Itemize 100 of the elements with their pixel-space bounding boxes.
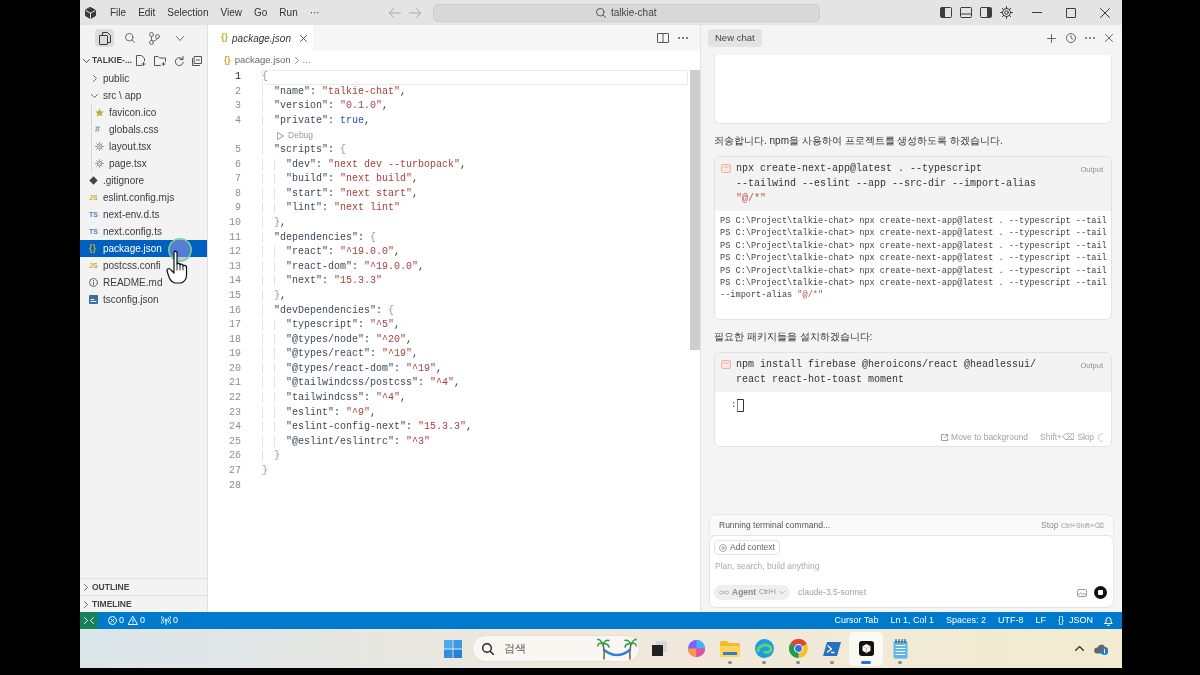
search-icon — [482, 642, 494, 655]
close-icon[interactable] — [1100, 7, 1110, 18]
file-type-icon: # — [95, 125, 100, 134]
tree-item[interactable]: favicon.ico — [80, 104, 207, 121]
bell-icon[interactable] — [1103, 615, 1113, 626]
code-line: "lint": "next lint" — [286, 202, 401, 214]
terminal-prompt: : — [731, 399, 737, 413]
code-line: "eslint": "^9", — [286, 406, 377, 418]
breadcrumb-item[interactable]: ... — [302, 53, 311, 68]
editor-tab[interactable]: {} package.json — [208, 25, 313, 51]
chevron-down-icon[interactable] — [175, 35, 184, 41]
search-bar[interactable]: 검색 — [472, 635, 640, 662]
warning-icon — [128, 616, 138, 625]
square-file-icon — [89, 295, 98, 304]
code-line: "start": "next start", — [286, 187, 419, 199]
terminal-app-icon — [823, 641, 841, 656]
split-editor-icon[interactable] — [657, 33, 669, 43]
panel-bottom-icon[interactable] — [960, 7, 972, 18]
command-center[interactable]: talkie-chat — [432, 3, 820, 22]
menu-item[interactable]: Edit — [132, 2, 162, 23]
status-item[interactable]: UTF-8 — [991, 613, 1030, 628]
window-icon — [721, 164, 731, 173]
activity-button[interactable] — [95, 29, 114, 47]
status-text: Running terminal command... — [719, 518, 831, 532]
code-line: "react-dom": "^19.0.0", — [286, 260, 425, 272]
search-icon — [595, 7, 606, 18]
maximize-icon[interactable] — [1066, 7, 1076, 18]
play-icon[interactable] — [277, 131, 284, 140]
new-folder-icon[interactable] — [154, 55, 166, 66]
code-line: "private": true, — [274, 114, 371, 126]
code-line: }, — [274, 216, 287, 228]
line-number: 22 — [228, 391, 241, 406]
command-text: npx create-next-app@latest . --typescript --tailwind --eslint --app --src-dir --import-alias "@/*" — [736, 162, 1037, 206]
search-icon — [124, 33, 135, 43]
section-header[interactable]: OUTLINE — [80, 578, 207, 595]
wave-circle-icon — [754, 639, 774, 658]
menu-item[interactable]: View — [214, 2, 248, 23]
chevron-down-icon — [779, 591, 785, 594]
tree-item[interactable]: .gitignore — [80, 172, 207, 189]
error-icon — [108, 616, 117, 625]
breadcrumb-item[interactable]: package.json — [234, 53, 291, 68]
four-squares-icon[interactable] — [444, 639, 462, 658]
code-line: "tailwindcss": "^4", — [286, 392, 407, 404]
add-context-chip[interactable]: Add context — [714, 540, 780, 555]
new-file-icon[interactable] — [136, 55, 146, 66]
refresh-icon[interactable] — [174, 55, 184, 66]
status-item[interactable]: Cursor Tab — [828, 613, 885, 628]
status-item[interactable]: Ln 1, Col 1 — [884, 613, 940, 628]
remote-button[interactable] — [80, 612, 98, 629]
ports-button[interactable]: 0 — [161, 613, 179, 628]
line-number: 21 — [228, 376, 241, 391]
collapse-all-icon[interactable] — [192, 55, 202, 66]
line-number: 25 — [228, 434, 241, 449]
history-icon[interactable] — [1065, 33, 1076, 43]
tree-item[interactable]: src \ app — [80, 87, 207, 104]
source-control-icon — [149, 31, 160, 45]
image-icon[interactable] — [1077, 588, 1087, 597]
code-line: "build": "next build", — [286, 173, 419, 185]
chevron-down-icon[interactable] — [82, 58, 90, 63]
infinity-icon — [719, 590, 729, 595]
line-number: 18 — [228, 332, 241, 347]
status-item[interactable]: Spaces: 2 — [939, 613, 992, 628]
palm-hammock-icon — [597, 637, 637, 660]
settings-icon[interactable] — [999, 6, 1013, 19]
sidebar-right-icon[interactable] — [980, 7, 992, 18]
chat-input[interactable]: Plan, search, build anything — [715, 559, 1105, 572]
tree-item[interactable]: README.md — [80, 274, 207, 291]
cloud-badge-icon[interactable] — [1094, 642, 1108, 655]
line-number: 28 — [228, 478, 241, 493]
chat-tab[interactable]: New chat — [708, 29, 762, 47]
menu-item[interactable]: ··· — [303, 2, 326, 23]
tree-item[interactable]: {} package.json — [80, 240, 207, 257]
line-number: 19 — [228, 347, 241, 362]
close-icon[interactable] — [299, 34, 307, 42]
status-item[interactable]: {} JSON — [1051, 613, 1099, 628]
code-line: "@types/node": "^20", — [286, 333, 413, 345]
status-item[interactable]: LF — [1029, 613, 1052, 628]
code-line: "@types/react": "^19", — [286, 348, 419, 360]
line-number: 20 — [228, 361, 241, 376]
scrollbar-thumb[interactable] — [690, 70, 700, 350]
tree-item[interactable]: public — [80, 70, 207, 87]
menu-item[interactable]: Selection — [161, 2, 215, 23]
taskbar-button[interactable] — [849, 631, 883, 666]
code-line: "dependencies": { — [274, 231, 377, 243]
close-icon[interactable] — [1104, 34, 1113, 42]
search-input[interactable]: 검색 — [504, 640, 584, 657]
problems-button[interactable]: 0 0 — [106, 613, 148, 628]
stop-button[interactable] — [1094, 586, 1107, 599]
menu-item[interactable]: File — [104, 2, 133, 23]
menu-item[interactable]: Run — [273, 2, 304, 23]
plus-icon[interactable] — [1047, 33, 1056, 43]
tree-item[interactable]: page.tsx — [80, 155, 207, 172]
menu-item[interactable]: Go — [248, 2, 274, 23]
tree-item[interactable]: layout.tsx — [80, 138, 207, 155]
tree-item[interactable]: tsconfig.json — [80, 291, 207, 308]
sidebar-left-icon[interactable] — [940, 7, 952, 18]
tree-item[interactable]: # globals.css — [80, 121, 207, 138]
chevron-up-icon[interactable] — [1074, 646, 1084, 651]
line-number: 15 — [228, 288, 241, 303]
files-icon — [98, 31, 111, 45]
